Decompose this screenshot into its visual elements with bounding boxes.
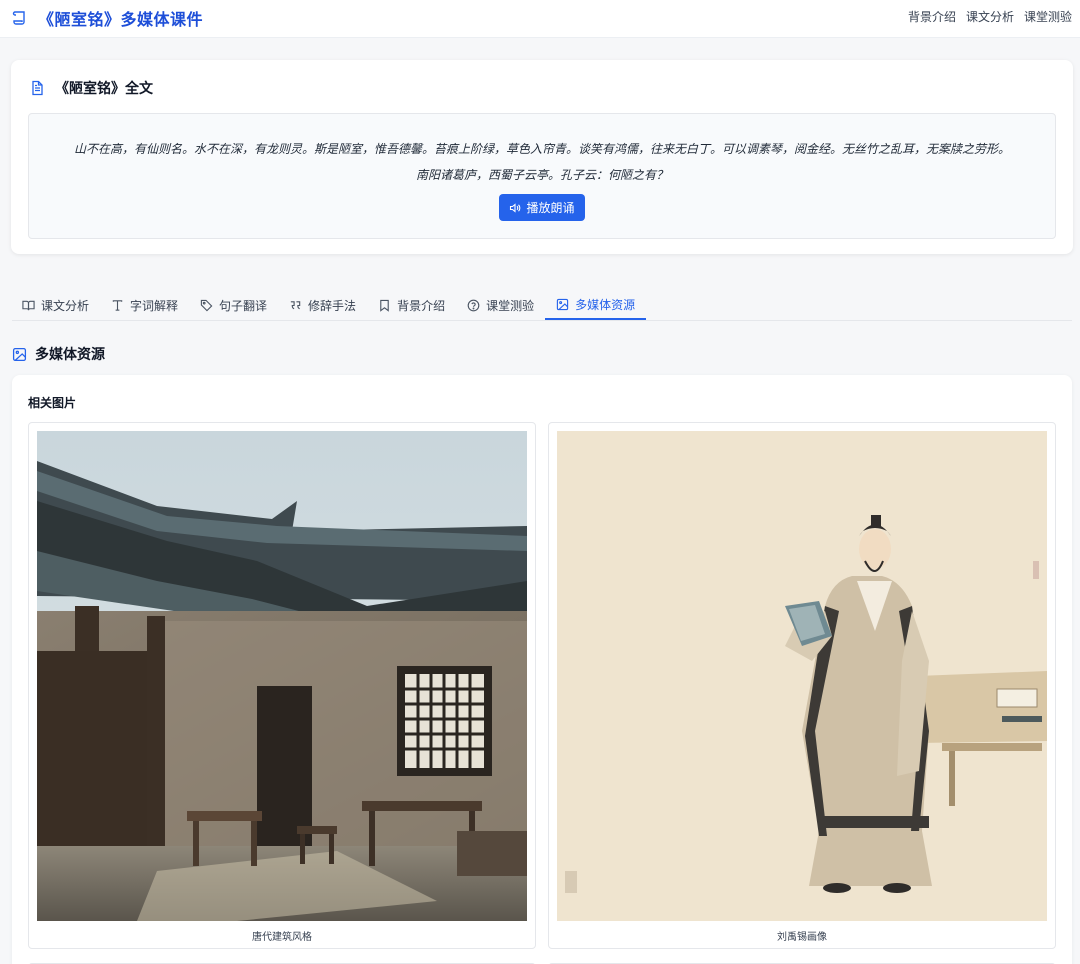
poem-text: 山不在高，有仙则名。水不在深，有龙则灵。斯是陋室，惟吾德馨。苔痕上阶绿，草色入帘… — [29, 136, 1055, 188]
tab-bar: 课文分析 字词解释 句子翻译 修辞手法 背景介绍 课堂测验 多媒体资源 — [12, 290, 1072, 321]
tag-icon — [200, 299, 213, 311]
play-recitation-label: 播放朗诵 — [526, 201, 575, 215]
bookmark-icon — [380, 299, 389, 312]
image-card[interactable]: 唐代建筑风格 — [28, 422, 536, 949]
tab-text-analysis[interactable]: 课文分析 — [12, 290, 100, 320]
top-bar: 《陋室铭》多媒体课件 背景介绍 课文分析 课堂测验 — [0, 0, 1080, 38]
fulltext-title: 《陋室铭》全文 — [55, 81, 153, 97]
help-circle-icon — [467, 299, 480, 311]
top-nav-analysis[interactable]: 课文分析 — [966, 8, 1014, 25]
media-card: 相关图片 唐代建筑风格 刘禹锡画像 — [12, 375, 1072, 964]
type-icon — [112, 299, 123, 311]
portrait-image — [557, 431, 1047, 921]
tab-label: 字词解释 — [130, 298, 179, 313]
brand: 《陋室铭》多媒体课件 — [12, 6, 203, 30]
tab-background[interactable]: 背景介绍 — [367, 290, 456, 320]
document-icon — [32, 80, 43, 96]
image-caption: 刘禹锡画像 — [777, 932, 827, 943]
poem-line-1: 山不在高，有仙则名。水不在深，有龙则灵。斯是陋室，惟吾德馨。苔痕上阶绿，草色入帘… — [73, 142, 1010, 156]
tab-rhetoric[interactable]: 修辞手法 — [278, 290, 367, 320]
tab-label: 多媒体资源 — [575, 297, 636, 312]
book-open-icon — [22, 300, 35, 310]
fulltext-card: 《陋室铭》全文 山不在高，有仙则名。水不在深，有龙则灵。斯是陋室，惟吾德馨。苔痕… — [11, 60, 1073, 254]
fulltext-header: 《陋室铭》全文 — [29, 78, 153, 98]
quote-icon — [290, 300, 301, 309]
tab-label: 句子翻译 — [219, 298, 268, 313]
architecture-image — [37, 431, 527, 921]
image-card[interactable]: 刘禹锡画像 — [548, 422, 1056, 949]
tab-label: 课堂测验 — [486, 298, 535, 313]
section-title: 多媒体资源 — [35, 347, 105, 363]
image-icon — [12, 347, 27, 361]
tab-multimedia[interactable]: 多媒体资源 — [545, 290, 647, 320]
image-caption: 唐代建筑风格 — [252, 932, 312, 943]
volume-icon — [510, 202, 521, 213]
top-nav-quiz[interactable]: 课堂测验 — [1024, 8, 1072, 25]
image-icon — [556, 298, 569, 310]
tab-translation[interactable]: 句子翻译 — [189, 290, 278, 320]
play-recitation-button[interactable]: 播放朗诵 — [499, 194, 585, 221]
tab-vocabulary[interactable]: 字词解释 — [100, 290, 189, 320]
tab-label: 课文分析 — [41, 298, 90, 313]
app-title: 《陋室铭》多媒体课件 — [38, 10, 204, 29]
architecture-illustration — [37, 431, 527, 921]
top-nav: 背景介绍 课文分析 课堂测验 — [908, 8, 1072, 25]
section-heading: 多媒体资源 — [12, 344, 105, 364]
poem-box: 山不在高，有仙则名。水不在深，有龙则灵。斯是陋室，惟吾德馨。苔痕上阶绿，草色入帘… — [28, 113, 1056, 239]
portrait-illustration — [557, 431, 1047, 921]
poem-line-2: 南阳诸葛庐，西蜀子云亭。孔子云：何陋之有？ — [415, 168, 668, 182]
tab-quiz[interactable]: 课堂测验 — [456, 290, 545, 320]
tab-label: 背景介绍 — [397, 298, 446, 313]
scroll-icon — [12, 11, 25, 25]
tab-label: 修辞手法 — [308, 298, 357, 313]
top-nav-background[interactable]: 背景介绍 — [908, 8, 956, 25]
images-heading: 相关图片 — [28, 396, 77, 410]
